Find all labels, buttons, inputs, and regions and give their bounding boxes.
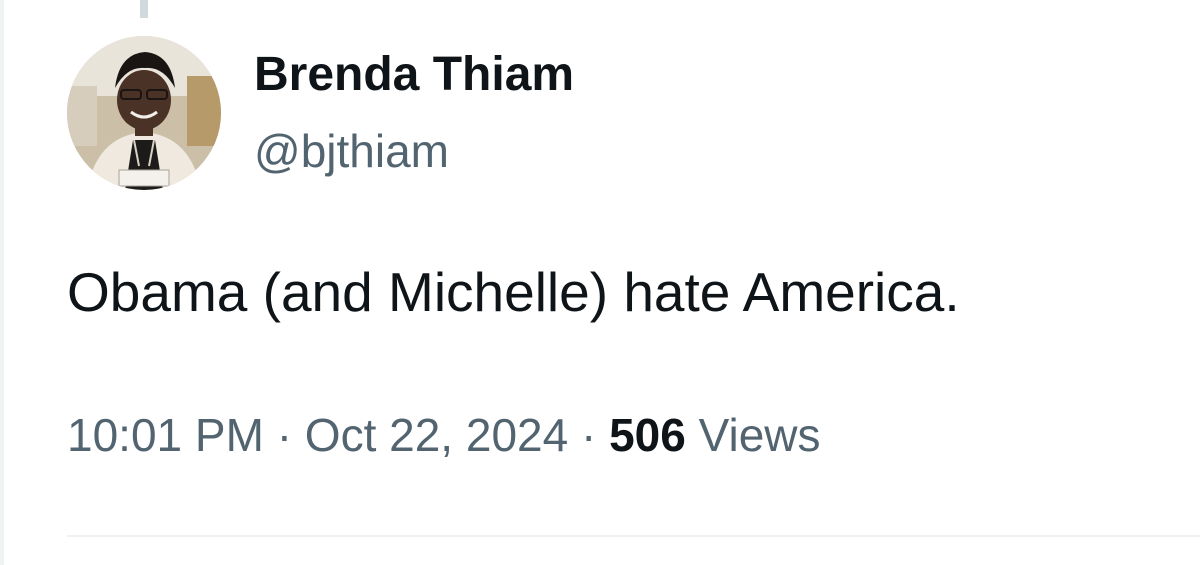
- avatar[interactable]: [67, 36, 221, 190]
- author-display-name[interactable]: Brenda Thiam: [254, 44, 574, 106]
- tweet-text: Obama (and Michelle) hate America.: [67, 261, 960, 323]
- timeline-border: [0, 0, 4, 565]
- views-label: Views: [698, 409, 821, 461]
- thread-connector-line: [140, 0, 148, 18]
- tweet-date[interactable]: Oct 22, 2024: [305, 409, 568, 461]
- profile-photo-icon: [67, 36, 221, 190]
- tweet-timestamp[interactable]: 10:01 PM: [67, 409, 264, 461]
- divider: [67, 535, 1200, 537]
- author-handle[interactable]: @bjthiam: [254, 120, 449, 182]
- meta-separator: ·: [580, 409, 597, 461]
- tweet-metadata: 10:01 PM · Oct 22, 2024 · 506 Views: [67, 404, 821, 466]
- views-count: 506: [609, 409, 686, 461]
- meta-separator: ·: [276, 409, 293, 461]
